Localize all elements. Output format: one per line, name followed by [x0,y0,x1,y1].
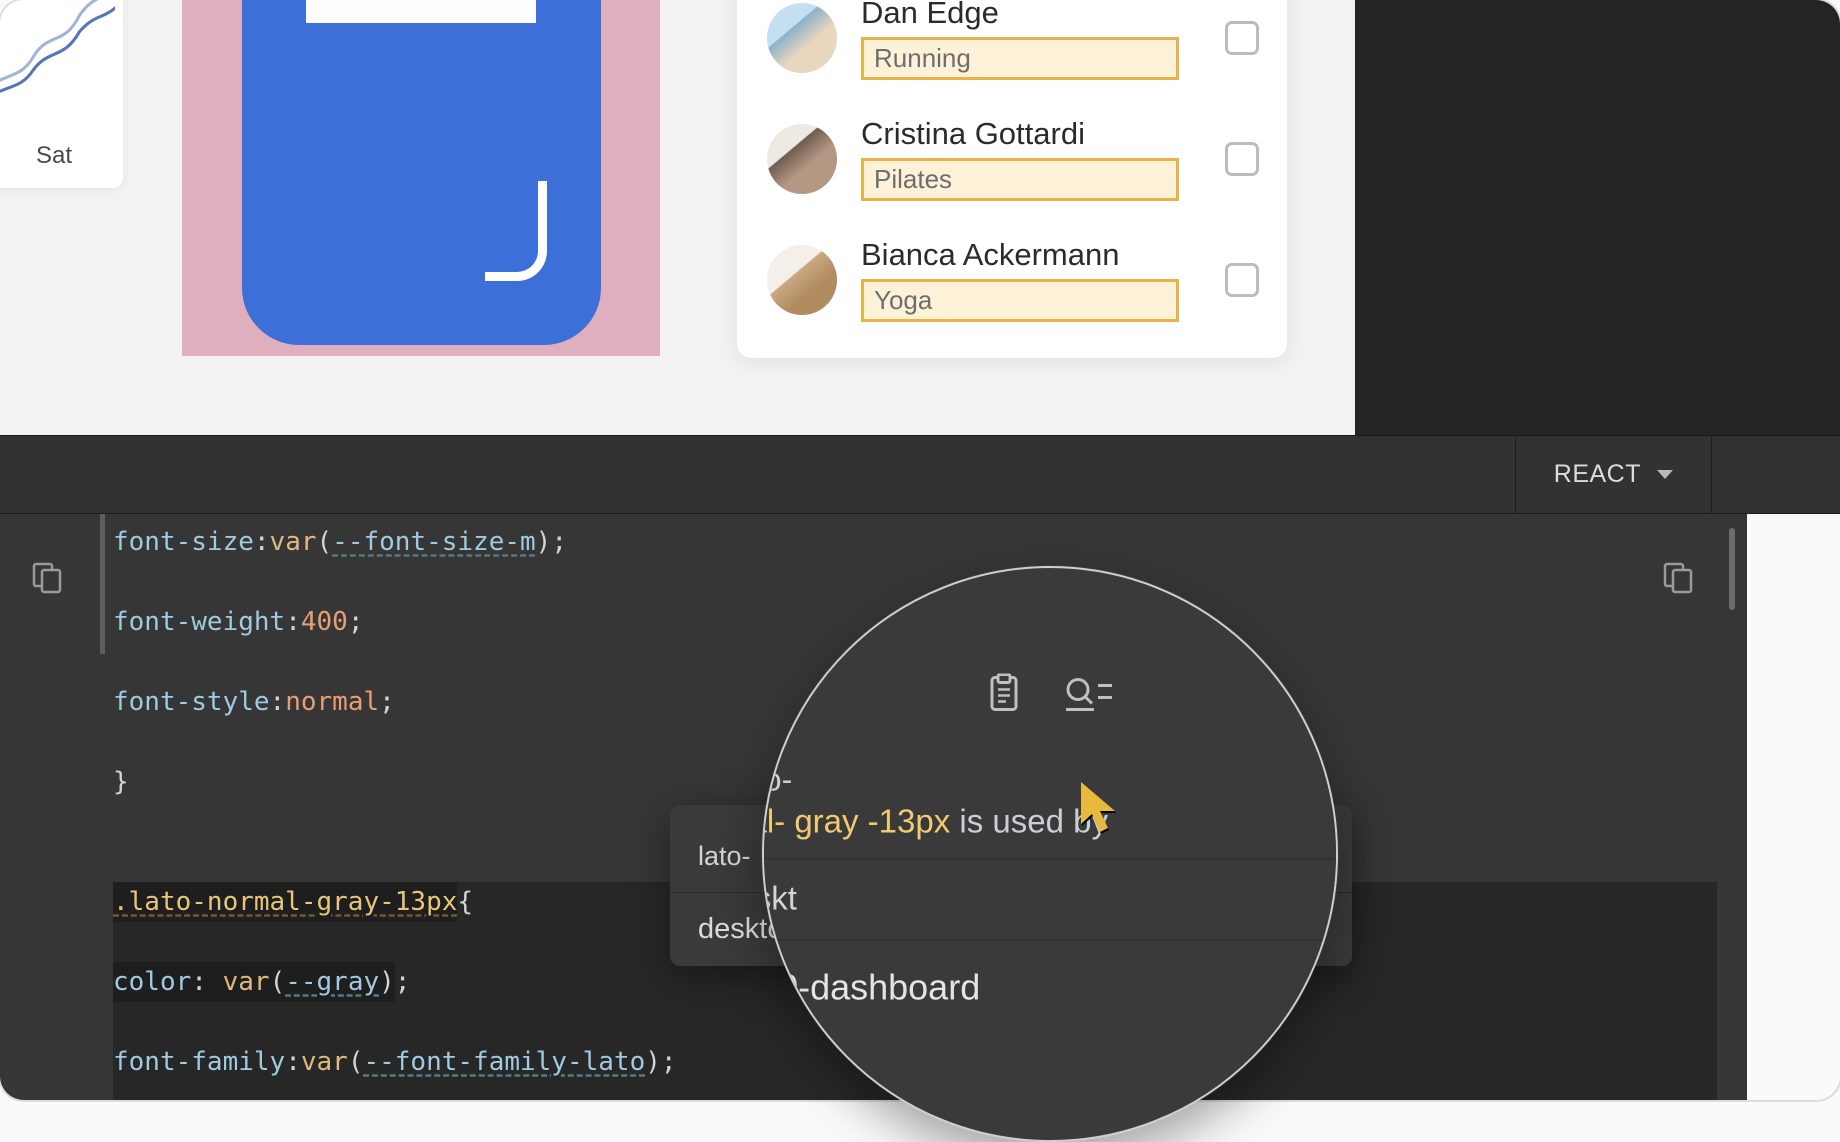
avatar [767,124,837,194]
search-list-icon[interactable] [1064,674,1114,714]
person-name: Cristina Gottardi [861,116,1201,152]
card-shine-icon [485,181,547,281]
copy-icon[interactable] [30,560,64,594]
blue-card-frame[interactable] [182,0,660,356]
person-name: Bianca Ackermann [861,237,1201,273]
list-item[interactable]: Dan Edge Running [767,0,1259,80]
clipboard-icon[interactable] [986,674,1022,714]
list-item[interactable]: Cristina Gottardi Pilates [767,116,1259,201]
gutter-marker [100,514,105,654]
framework-tabbar: REACT [0,435,1840,514]
activity-tag[interactable]: Pilates [861,158,1179,201]
popup-toolbar [762,674,1338,752]
chart-day-label: Sat [0,142,115,170]
popup-item-partial[interactable]: deskt [762,859,1338,940]
activity-tag[interactable]: Running [861,37,1179,80]
copy-icon[interactable] [1661,560,1695,594]
people-list-card[interactable]: Dan Edge Running Cristina Gottardi Pilat… [737,0,1287,358]
scrollbar[interactable] [1729,528,1735,610]
framework-select[interactable]: REACT [1515,436,1711,513]
gauge-icon [306,0,536,23]
checkbox[interactable] [1225,21,1259,55]
panel-dropdown-button[interactable] [1711,436,1840,513]
checkbox[interactable] [1225,142,1259,176]
avatar [767,245,837,315]
usage-popup-zoom: lato- rmal- gray -13px is used by deskt … [762,752,1338,1035]
blue-card [254,0,589,333]
checkbox[interactable] [1225,263,1259,297]
popup-class-prefix: lato- [762,752,1338,799]
popup-item[interactable]: 1280-dashboard Curre [762,940,1338,1035]
design-canvas[interactable]: Sat [0,0,1840,435]
magnifier-overlay: lato- rmal- gray -13px is used by deskt … [762,566,1338,1142]
list-item[interactable]: Bianca Ackermann Yoga [767,237,1259,322]
avatar [767,3,837,73]
chevron-down-icon [1657,470,1673,479]
cursor-icon [1077,780,1127,836]
popup-class-fragment: rmal- gray -13px [762,803,950,840]
activity-tag[interactable]: Yoga [861,279,1179,322]
framework-label: REACT [1554,460,1641,489]
person-name: Dan Edge [861,0,1201,31]
chart-card[interactable]: Sat [0,0,123,188]
line-chart-icon [0,0,115,134]
right-dark-panel [1355,0,1840,435]
